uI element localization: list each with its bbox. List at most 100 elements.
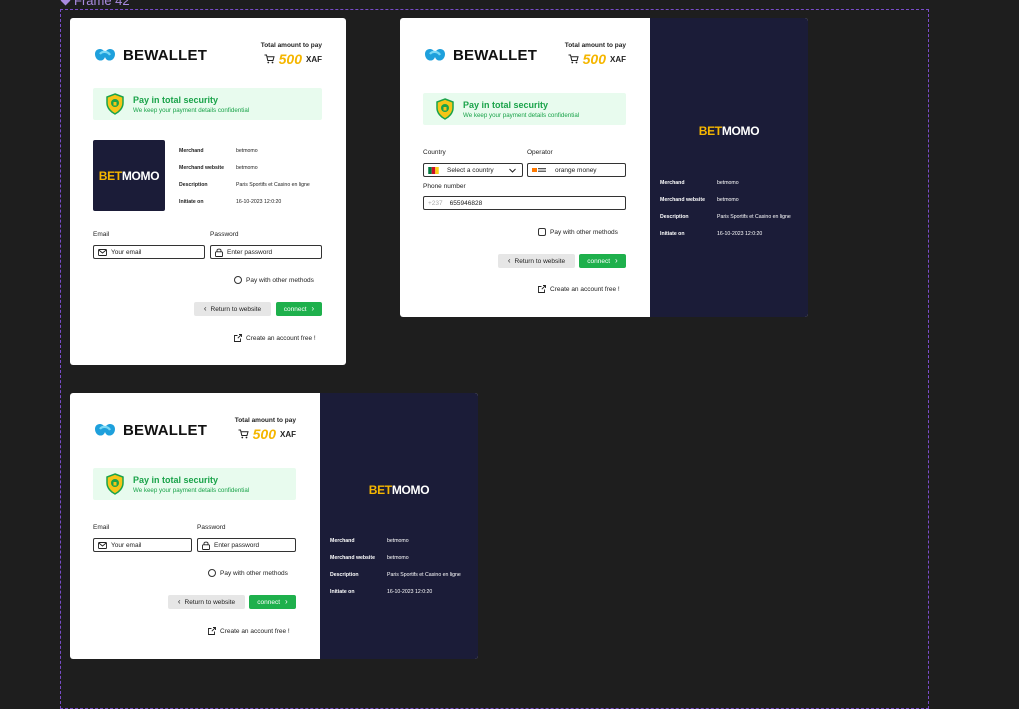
connect-button[interactable]: connect › xyxy=(249,595,296,609)
merchant-info-value: betmomo xyxy=(236,148,258,154)
email-label: Email xyxy=(93,231,110,238)
return-label: Return to website xyxy=(184,598,236,606)
merchant-panel: BETMOMO Merchand betmomo Merchand website… xyxy=(650,18,808,317)
merchant-info-value: betmomo xyxy=(387,538,409,544)
bewallet-logo: BEWALLET xyxy=(423,46,537,64)
bewallet-logo: BEWALLET xyxy=(93,46,207,64)
connect-label: connect xyxy=(257,598,281,606)
total-amount: Total amount to pay 500 XAF xyxy=(240,42,322,67)
frame-diamond-icon xyxy=(60,0,71,6)
mail-icon xyxy=(98,248,107,256)
security-subtitle: We keep your payment details confidentia… xyxy=(463,111,580,119)
phone-field[interactable]: +237 655946828 xyxy=(423,196,626,210)
merchant-info-row: Merchand website betmomo xyxy=(330,555,409,561)
operator-select[interactable]: orange money xyxy=(527,163,626,177)
frame-label-text: Frame 42 xyxy=(74,0,130,8)
merchant-logo: BETMOMO xyxy=(93,140,165,211)
phone-label: Phone number xyxy=(423,183,466,190)
email-field[interactable]: Your email xyxy=(93,245,205,259)
pay-other-methods[interactable]: Pay with other methods xyxy=(208,569,288,577)
operator-value: orange money xyxy=(555,166,597,174)
merchant-info-key: Merchand website xyxy=(179,165,224,171)
lock-icon xyxy=(202,541,210,550)
password-field[interactable]: Enter password xyxy=(210,245,322,259)
total-label: Total amount to pay xyxy=(564,42,626,49)
payment-card-mobile: BEWALLET Total amount to pay 500 XAF Pay… xyxy=(400,18,808,317)
chevron-right-icon: › xyxy=(311,304,315,313)
connect-button[interactable]: connect › xyxy=(579,254,626,268)
payment-card-login-split: BEWALLET Total amount to pay 500 XAF Pay… xyxy=(70,393,478,659)
merchant-info-row: Merchand betmomo xyxy=(330,538,409,544)
phone-prefix: +237 xyxy=(428,199,443,207)
merchant-info-value: betmomo xyxy=(717,180,739,186)
pay-other-methods-label: Pay with other methods xyxy=(246,276,314,284)
merchant-logo-momo: MOMO xyxy=(121,168,160,183)
pay-other-methods-label: Pay with other methods xyxy=(220,569,288,577)
security-subtitle: We keep your payment details confidentia… xyxy=(133,106,250,114)
pay-other-methods-radio[interactable] xyxy=(234,276,242,284)
bewallet-logo: BEWALLET xyxy=(93,421,207,439)
mail-icon xyxy=(98,541,107,549)
frame-label[interactable]: Frame 42 xyxy=(60,0,130,8)
operator-label: Operator xyxy=(527,149,553,156)
return-to-website-button[interactable]: ‹ Return to website xyxy=(168,595,245,609)
create-account-link[interactable]: Create an account free ! xyxy=(234,334,316,342)
security-title: Pay in total security xyxy=(463,99,549,110)
cart-icon xyxy=(264,54,275,64)
merchant-info-row: Description Paris Sportifs et Casino en l… xyxy=(179,182,310,188)
create-account-link[interactable]: Create an account free ! xyxy=(538,285,620,293)
merchant-info-key: Merchand website xyxy=(660,197,705,203)
email-placeholder: Your email xyxy=(111,248,142,256)
cart-icon xyxy=(238,429,249,439)
password-label: Password xyxy=(210,231,239,238)
email-placeholder: Your email xyxy=(111,541,142,549)
country-select[interactable]: Select a country xyxy=(423,163,523,177)
brand-name: BEWALLET xyxy=(453,46,538,64)
merchant-info-value: betmomo xyxy=(717,197,739,203)
return-to-website-button[interactable]: ‹ Return to website xyxy=(498,254,575,268)
pay-other-methods-label: Pay with other methods xyxy=(550,228,618,236)
pay-other-methods[interactable]: Pay with other methods xyxy=(234,276,314,284)
return-label: Return to website xyxy=(210,305,262,313)
merchant-info-row: Merchand betmomo xyxy=(179,148,258,154)
merchant-info-value: 16-10-2023 12:0:20 xyxy=(717,231,763,237)
create-account-label: Create an account free ! xyxy=(220,627,290,635)
merchant-logo-momo: MOMO xyxy=(391,483,430,497)
merchant-logo-bet: BET xyxy=(368,483,392,497)
merchant-info-row: Merchand betmomo xyxy=(660,180,739,186)
pay-other-methods-radio[interactable] xyxy=(208,569,216,577)
total-label: Total amount to pay xyxy=(234,417,296,424)
create-account-link[interactable]: Create an account free ! xyxy=(208,627,290,635)
phone-value: 655946828 xyxy=(449,199,483,207)
connect-label: connect xyxy=(283,305,307,313)
total-label: Total amount to pay xyxy=(260,42,322,49)
security-banner: Pay in total security We keep your payme… xyxy=(93,88,322,120)
orange-money-icon xyxy=(532,168,546,172)
security-banner: Pay in total security We keep your payme… xyxy=(423,93,626,125)
total-currency: XAF xyxy=(610,54,626,64)
total-amount-value: 500 xyxy=(582,51,606,67)
return-to-website-button[interactable]: ‹ Return to website xyxy=(194,302,271,316)
merchant-info-key: Initiate on xyxy=(660,231,685,237)
merchant-info-row: Merchand website betmomo xyxy=(660,197,739,203)
email-field[interactable]: Your email xyxy=(93,538,192,552)
password-placeholder: Enter password xyxy=(214,541,260,549)
password-field[interactable]: Enter password xyxy=(197,538,296,552)
external-link-icon xyxy=(538,285,546,293)
email-label: Email xyxy=(93,524,110,531)
pay-other-methods[interactable]: Pay with other methods xyxy=(538,228,618,236)
merchant-info-value: Paris Sportifs et Casino en ligne xyxy=(387,572,461,578)
country-label: Country xyxy=(423,149,446,156)
merchant-info-row: Description Paris Sportifs et Casino en l… xyxy=(330,572,461,578)
merchant-info-row: Initiate on 16-10-2023 12:0:20 xyxy=(179,199,281,205)
chevron-right-icon: › xyxy=(285,597,288,606)
merchant-logo: BETMOMO xyxy=(650,122,808,140)
merchant-info-key: Merchand xyxy=(330,538,355,544)
chevron-left-icon: ‹ xyxy=(203,304,207,313)
bewallet-logo-icon xyxy=(95,48,115,61)
security-subtitle: We keep your payment details confidentia… xyxy=(133,486,250,494)
total-currency: XAF xyxy=(280,429,296,439)
merchant-info-row: Merchand website betmomo xyxy=(179,165,258,171)
pay-other-methods-checkbox[interactable] xyxy=(538,228,546,236)
connect-button[interactable]: connect › xyxy=(276,302,322,316)
